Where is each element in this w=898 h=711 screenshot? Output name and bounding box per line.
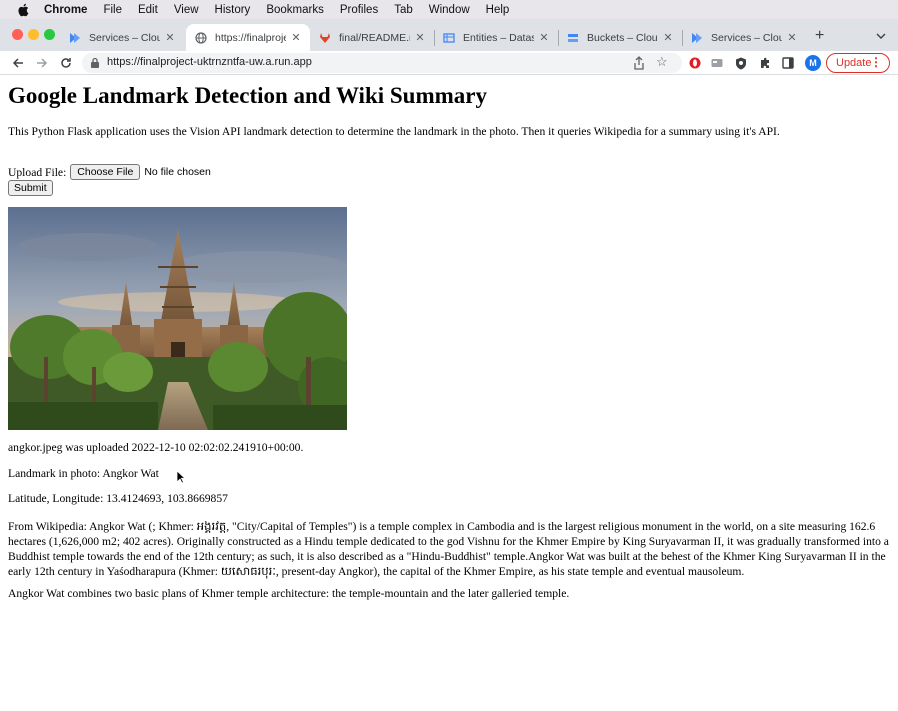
menu-window[interactable]: Window bbox=[429, 4, 470, 16]
opera-extension-icon[interactable] bbox=[688, 56, 702, 70]
datastore-icon bbox=[442, 31, 455, 44]
tab-finalproject[interactable]: https://finalproject ✕ bbox=[186, 24, 310, 51]
apple-icon[interactable] bbox=[16, 3, 30, 17]
menu-view[interactable]: View bbox=[174, 4, 199, 16]
close-tab-icon[interactable]: ✕ bbox=[164, 31, 176, 44]
close-tab-icon[interactable]: ✕ bbox=[290, 31, 302, 44]
update-button[interactable]: Update ⋮ bbox=[826, 53, 890, 73]
menu-file[interactable]: File bbox=[103, 4, 122, 16]
globe-icon bbox=[194, 31, 207, 44]
lock-icon[interactable] bbox=[90, 57, 102, 69]
menu-tab[interactable]: Tab bbox=[394, 4, 413, 16]
menu-help[interactable]: Help bbox=[486, 4, 510, 16]
cloud-run-icon bbox=[68, 31, 81, 44]
intro-text: This Python Flask application uses the V… bbox=[8, 125, 780, 138]
close-tab-icon[interactable]: ✕ bbox=[786, 31, 798, 44]
close-tab-icon[interactable]: ✕ bbox=[414, 31, 426, 44]
menu-history[interactable]: History bbox=[215, 4, 251, 16]
menu-bookmarks[interactable]: Bookmarks bbox=[266, 4, 324, 16]
kebab-menu-icon[interactable]: ⋮ bbox=[870, 55, 882, 69]
browser-toolbar: https://finalproject-uktrnzntfa-uw.a.run… bbox=[0, 51, 898, 75]
back-arrow-icon[interactable] bbox=[10, 55, 26, 71]
tab-title: final/README.md bbox=[339, 31, 410, 44]
close-tab-icon[interactable]: ✕ bbox=[662, 31, 674, 44]
menu-edit[interactable]: Edit bbox=[138, 4, 158, 16]
upload-label: Upload File: bbox=[8, 165, 67, 179]
tab-readme[interactable]: final/README.md ✕ bbox=[310, 24, 434, 51]
tab-strip: Services – Cloud R ✕ https://finalprojec… bbox=[0, 19, 898, 51]
forward-arrow-icon[interactable] bbox=[34, 55, 50, 71]
tab-buckets-cloud-storage[interactable]: Buckets – Cloud S ✕ bbox=[558, 24, 682, 51]
landmark-text: Landmark in photo: Angkor Wat bbox=[8, 467, 159, 480]
address-bar[interactable]: https://finalproject-uktrnzntfa-uw.a.run… bbox=[82, 53, 682, 73]
uploaded-text: angkor.jpeg was uploaded 2022-12-10 02:0… bbox=[8, 441, 304, 454]
shield-extension-icon[interactable] bbox=[734, 56, 748, 70]
tab-search-chevron-icon[interactable] bbox=[874, 29, 888, 43]
menu-chrome[interactable]: Chrome bbox=[44, 4, 87, 16]
latlng-text: Latitude, Longitude: 13.4124693, 103.866… bbox=[8, 492, 228, 505]
tab-title: Services – Cloud R bbox=[711, 31, 782, 44]
landmark-photo bbox=[8, 207, 358, 430]
upload-form: Upload File: Choose File No file chosen bbox=[8, 164, 211, 180]
gitlab-icon bbox=[318, 31, 331, 44]
window-close-button[interactable] bbox=[12, 29, 23, 40]
tab-services-cloud-run-2[interactable]: Services – Cloud R ✕ bbox=[682, 24, 806, 51]
macos-menu-bar: Chrome File Edit View History Bookmarks … bbox=[0, 0, 898, 19]
url-text: https://finalproject-uktrnzntfa-uw.a.run… bbox=[107, 56, 312, 68]
wikipedia-summary: From Wikipedia: Angkor Wat (; Khmer: អង្… bbox=[8, 520, 889, 578]
page-title: Google Landmark Detection and Wiki Summa… bbox=[8, 83, 487, 108]
menu-profiles[interactable]: Profiles bbox=[340, 4, 378, 16]
web-page-content: Google Landmark Detection and Wiki Summa… bbox=[0, 76, 898, 711]
tab-title: Services – Cloud R bbox=[89, 31, 160, 44]
mouse-cursor-icon bbox=[176, 470, 187, 484]
close-tab-icon[interactable]: ✕ bbox=[538, 31, 550, 44]
tab-services-cloud-run-1[interactable]: Services – Cloud R ✕ bbox=[60, 24, 184, 51]
submit-button[interactable]: Submit bbox=[8, 180, 53, 196]
bookmark-star-icon[interactable]: ☆ bbox=[656, 55, 670, 69]
window-minimize-button[interactable] bbox=[28, 29, 39, 40]
window-zoom-button[interactable] bbox=[44, 29, 55, 40]
choose-file-button[interactable]: Choose File bbox=[70, 164, 141, 180]
side-panel-icon[interactable] bbox=[781, 56, 795, 70]
tab-title: Entities – Datastor bbox=[463, 31, 534, 44]
puzzle-extensions-icon[interactable] bbox=[758, 56, 772, 70]
cloud-run-icon bbox=[690, 31, 703, 44]
cloud-storage-icon bbox=[566, 31, 579, 44]
no-file-text: No file chosen bbox=[144, 166, 211, 178]
tab-title: https://finalproject bbox=[215, 31, 286, 44]
tab-entities-datastore[interactable]: Entities – Datastor ✕ bbox=[434, 24, 558, 51]
update-label: Update bbox=[836, 57, 872, 69]
new-tab-button[interactable]: + bbox=[815, 27, 824, 45]
tab-title: Buckets – Cloud S bbox=[587, 31, 658, 44]
reload-icon[interactable] bbox=[58, 55, 74, 71]
extension-card-icon[interactable] bbox=[710, 56, 724, 70]
share-icon[interactable] bbox=[633, 56, 647, 70]
wikipedia-summary-continued: Angkor Wat combines two basic plans of K… bbox=[8, 587, 570, 600]
profile-avatar[interactable]: M bbox=[805, 55, 821, 71]
